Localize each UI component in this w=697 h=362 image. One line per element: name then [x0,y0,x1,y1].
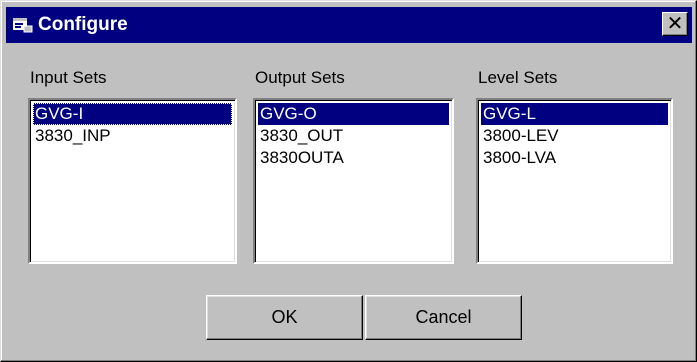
cancel-button[interactable]: Cancel [365,295,522,340]
close-icon: ✕ [666,13,684,35]
list-item-input-1[interactable]: 3830_INP [33,125,232,147]
close-button[interactable]: ✕ [662,12,688,36]
level-sets-listbox[interactable]: GVG-L 3800-LEV 3800-LVA [476,98,673,264]
list-item-level-2[interactable]: 3800-LVA [481,147,668,169]
list-item-input-0[interactable]: GVG-I [33,103,232,125]
ok-button[interactable]: OK [206,295,363,340]
window-title: Configure [38,14,128,35]
list-item-level-0[interactable]: GVG-L [481,103,668,125]
title-bar[interactable]: Configure ✕ [6,7,692,43]
input-sets-listbox[interactable]: GVG-I 3830_INP [28,98,237,264]
list-item-output-0[interactable]: GVG-O [258,103,449,125]
app-icon [13,18,33,33]
output-sets-listbox[interactable]: GVG-O 3830_OUT 3830OUTA [253,98,454,264]
configure-dialog: Configure ✕ Input Sets GVG-I 3830_INP Ou… [0,0,697,362]
output-sets-label: Output Sets [255,68,345,87]
input-sets-label: Input Sets [30,68,107,87]
list-item-level-1[interactable]: 3800-LEV [481,125,668,147]
list-item-output-1[interactable]: 3830_OUT [258,125,449,147]
level-sets-label: Level Sets [478,68,558,87]
list-item-output-2[interactable]: 3830OUTA [258,147,449,169]
